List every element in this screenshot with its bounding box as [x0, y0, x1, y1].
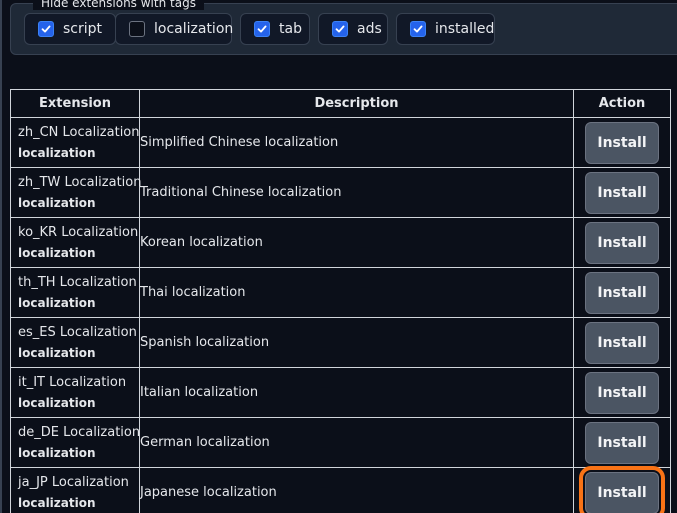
install-button[interactable]: Install	[585, 271, 659, 314]
table-row: ko_KR Localization localization Korean l…	[10, 217, 671, 268]
action-cell: Install	[573, 117, 671, 168]
tag-chip-ads[interactable]: ads	[318, 13, 388, 45]
description-cell: Spanish localization	[139, 317, 574, 368]
install-button[interactable]: Install	[585, 121, 659, 164]
action-cell: Install	[573, 267, 671, 318]
extension-tag: localization	[18, 395, 96, 410]
extension-cell: ja_JP Localization localization	[10, 467, 140, 513]
description-cell: Japanese localization	[139, 467, 574, 513]
tag-chip-localization[interactable]: localization	[115, 13, 234, 45]
check-icon	[413, 25, 423, 33]
extension-cell: th_TH Localization localization	[10, 267, 140, 318]
install-button[interactable]: Install	[585, 371, 659, 414]
extension-tag: localization	[18, 245, 96, 260]
install-button-highlighted[interactable]: Install	[579, 465, 665, 513]
hide-tags-filter-group: Hide extensions with tags script localiz…	[10, 0, 677, 55]
extension-name: zh_TW Localization	[18, 174, 142, 190]
action-cell: Install	[573, 217, 671, 268]
description-cell: Korean localization	[139, 217, 574, 268]
description-cell: German localization	[139, 417, 574, 468]
extension-name: es_ES Localization	[18, 324, 137, 340]
tag-label-ads: ads	[357, 21, 382, 37]
extension-tag: localization	[18, 145, 96, 160]
checkbox-script[interactable]	[38, 21, 54, 37]
table-header-row: Extension Description Action	[10, 89, 671, 118]
extension-cell: zh_CN Localization localization	[10, 117, 140, 168]
extension-name: de_DE Localization	[18, 424, 141, 440]
check-icon	[257, 25, 267, 33]
extension-tag: localization	[18, 445, 96, 460]
checkbox-localization[interactable]	[129, 21, 145, 37]
extension-name: ja_JP Localization	[18, 474, 129, 490]
table-row: zh_CN Localization localization Simplifi…	[10, 117, 671, 168]
header-extension: Extension	[10, 89, 140, 118]
extension-name: zh_CN Localization	[18, 124, 140, 140]
tag-label-localization: localization	[154, 21, 234, 37]
extension-name: ko_KR Localization	[18, 224, 139, 240]
check-icon	[335, 25, 345, 33]
extensions-table: Extension Description Action zh_CN Local…	[10, 89, 671, 513]
filter-legend: Hide extensions with tags	[33, 0, 204, 10]
action-cell: Install	[573, 367, 671, 418]
action-cell: Install	[573, 465, 671, 513]
extension-tag: localization	[18, 295, 96, 310]
action-cell: Install	[573, 317, 671, 368]
extension-cell: es_ES Localization localization	[10, 317, 140, 368]
table-row: zh_TW Localization localization Traditio…	[10, 167, 671, 218]
description-cell: Simplified Chinese localization	[139, 117, 574, 168]
tag-label-tab: tab	[279, 21, 302, 37]
install-button[interactable]: Install	[585, 321, 659, 364]
extension-tag: localization	[18, 495, 96, 510]
left-edge-border	[0, 0, 2, 513]
extension-name: th_TH Localization	[18, 274, 137, 290]
table-row: es_ES Localization localization Spanish …	[10, 317, 671, 368]
header-description: Description	[139, 89, 574, 118]
table-row: it_IT Localization localization Italian …	[10, 367, 671, 418]
install-button[interactable]: Install	[585, 171, 659, 214]
extension-cell: ko_KR Localization localization	[10, 217, 140, 268]
description-cell: Thai localization	[139, 267, 574, 318]
checkbox-installed[interactable]	[410, 21, 426, 37]
checkbox-ads[interactable]	[332, 21, 348, 37]
extension-tag: localization	[18, 195, 96, 210]
action-cell: Install	[573, 167, 671, 218]
action-cell: Install	[573, 417, 671, 468]
extension-cell: zh_TW Localization localization	[10, 167, 142, 218]
tag-chip-script[interactable]: script	[24, 13, 116, 45]
header-action: Action	[573, 89, 671, 118]
extension-name: it_IT Localization	[18, 374, 127, 390]
extension-cell: it_IT Localization localization	[10, 367, 140, 418]
checkbox-tab[interactable]	[254, 21, 270, 37]
extensions-page: Hide extensions with tags script localiz…	[0, 0, 677, 513]
table-row: de_DE Localization localization German l…	[10, 417, 671, 468]
extension-cell: de_DE Localization localization	[10, 417, 141, 468]
install-button[interactable]: Install	[585, 221, 659, 264]
install-button[interactable]: Install	[585, 421, 659, 464]
tag-chip-tab[interactable]: tab	[240, 13, 310, 45]
table-row: ja_JP Localization localization Japanese…	[10, 465, 671, 513]
tag-label-installed: installed	[435, 21, 495, 37]
tag-chip-installed[interactable]: installed	[396, 13, 495, 45]
check-icon	[41, 25, 51, 33]
description-cell: Italian localization	[139, 367, 574, 418]
table-row: th_TH Localization localization Thai loc…	[10, 267, 671, 318]
description-cell: Traditional Chinese localization	[139, 167, 574, 218]
extension-tag: localization	[18, 345, 96, 360]
tag-label-script: script	[63, 21, 103, 37]
